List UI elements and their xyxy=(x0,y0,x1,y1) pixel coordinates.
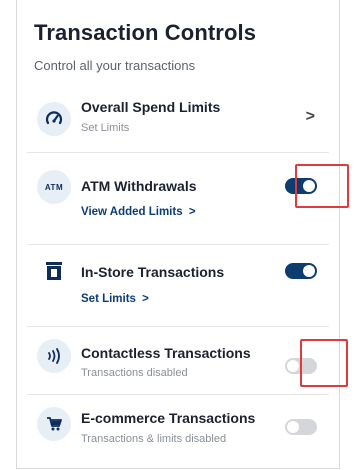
row-title: ATM Withdrawals xyxy=(81,178,197,194)
in-store-transactions-toggle[interactable] xyxy=(285,263,317,279)
row-subtitle: Set Limits xyxy=(81,122,130,134)
row-subtitle: Transactions & limits disabled xyxy=(81,433,227,445)
atm-icon: ATM xyxy=(37,170,71,204)
chevron-right-icon: > xyxy=(305,108,315,125)
cart-icon xyxy=(37,407,71,441)
row-title: Overall Spend Limits xyxy=(81,99,221,115)
row-title: E-commerce Transactions xyxy=(81,410,256,426)
row-title: In-Store Transactions xyxy=(81,264,225,280)
row-subtitle: Transactions disabled xyxy=(81,367,188,379)
contactless-transactions-row: Contactless Transactions Transactions di… xyxy=(17,326,348,394)
link-label: View Added Limits xyxy=(81,206,183,218)
in-store-transactions-row: In-Store Transactions Set Limits > xyxy=(17,244,339,326)
transaction-controls-panel: Transaction Controls Control all your tr… xyxy=(16,0,349,469)
overall-spend-limits-row[interactable]: Overall Spend Limits Set Limits > xyxy=(17,88,339,152)
ecommerce-transactions-toggle[interactable] xyxy=(285,419,317,435)
toggle-knob xyxy=(303,265,315,277)
speedometer-icon xyxy=(37,102,71,136)
link-label: Set Limits xyxy=(81,293,136,305)
set-limits-link[interactable]: Set Limits > xyxy=(81,293,149,305)
view-added-limits-link[interactable]: View Added Limits > xyxy=(81,206,196,218)
row-title: Contactless Transactions xyxy=(81,345,251,361)
page-title: Transaction Controls xyxy=(34,20,257,45)
ecommerce-transactions-row: E-commerce Transactions Transactions & l… xyxy=(17,394,339,466)
chevron-right-icon: > xyxy=(142,293,149,305)
store-icon xyxy=(37,254,71,288)
highlight-box xyxy=(300,339,348,387)
chevron-right-icon: > xyxy=(188,206,196,218)
contactless-icon xyxy=(37,339,71,373)
page-subtitle: Control all your transactions xyxy=(34,58,196,73)
highlight-box xyxy=(295,164,349,208)
atm-withdrawals-row: ATM ATM Withdrawals View Added Limits > xyxy=(17,152,349,244)
toggle-knob xyxy=(287,360,299,372)
toggle-knob xyxy=(287,421,299,433)
